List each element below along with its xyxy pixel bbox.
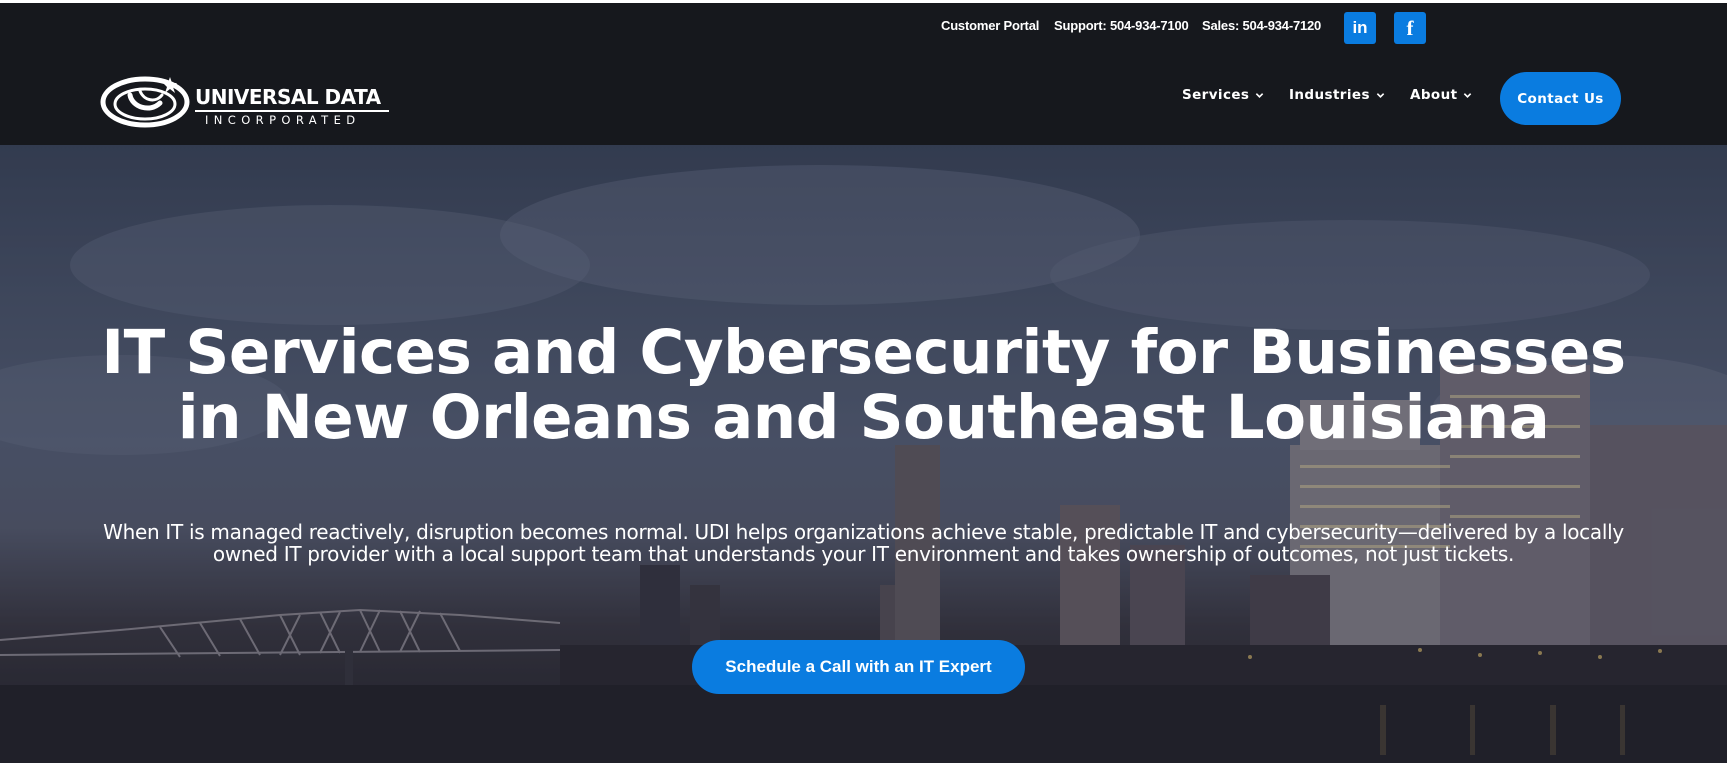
top-bar: Customer Portal Support: 504-934-7100 Sa…	[0, 3, 1727, 51]
hero-section: IT Services and Cybersecurity for Busine…	[0, 145, 1727, 763]
site-header: Customer Portal Support: 504-934-7100 Sa…	[0, 3, 1727, 145]
contact-us-button[interactable]: Contact Us	[1500, 72, 1621, 125]
nav-item-services[interactable]: Services	[1182, 87, 1264, 103]
schedule-call-button[interactable]: Schedule a Call with an IT Expert	[692, 640, 1025, 694]
chevron-down-icon	[1256, 92, 1264, 98]
logo-divider	[195, 110, 389, 112]
facebook-icon[interactable]: f	[1394, 12, 1426, 44]
hero-title: IT Services and Cybersecurity for Busine…	[101, 317, 1626, 453]
logo-name: UNIVERSAL DATA	[195, 85, 381, 109]
company-logo[interactable]: UNIVERSAL DATA INCORPORATED	[100, 73, 400, 129]
customer-portal-link[interactable]: Customer Portal	[941, 18, 1039, 33]
support-phone-link[interactable]: Support: 504-934-7100	[1054, 18, 1189, 33]
page: Customer Portal Support: 504-934-7100 Sa…	[0, 3, 1727, 763]
hero-subtitle: When IT is managed reactively, disruptio…	[103, 520, 1624, 566]
nav-item-label: Services	[1182, 87, 1250, 103]
sales-phone-link[interactable]: Sales: 504-934-7120	[1202, 18, 1321, 33]
logo-mark-icon	[100, 76, 190, 128]
chevron-down-icon	[1464, 92, 1472, 98]
nav-item-label: Industries	[1289, 87, 1370, 103]
chevron-down-icon	[1376, 92, 1385, 98]
nav-item-about[interactable]: About	[1410, 87, 1472, 103]
logo-subtitle: INCORPORATED	[205, 113, 361, 127]
linkedin-icon[interactable]: in	[1344, 12, 1376, 44]
nav-item-industries[interactable]: Industries	[1289, 87, 1385, 103]
nav-item-label: About	[1410, 87, 1458, 103]
